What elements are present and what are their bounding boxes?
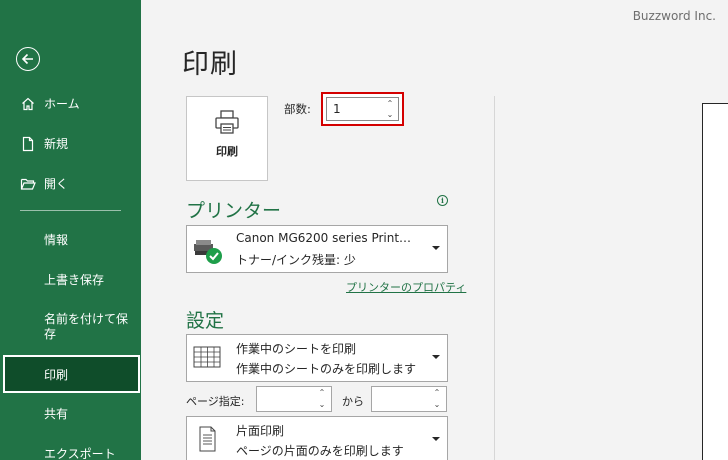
printer-name: Canon MG6200 series Print… — [236, 231, 412, 245]
settings-heading: 設定 — [186, 310, 225, 332]
printer-ready-icon — [192, 234, 224, 270]
sidebar-item-label: 名前を付けて保存 — [44, 312, 129, 341]
copies-highlight: ⌃ ⌄ — [321, 92, 404, 126]
printer-icon — [213, 108, 241, 140]
print-button[interactable]: 印刷 — [186, 96, 268, 181]
sheet-grid-icon — [192, 343, 222, 377]
spin-down-icon[interactable]: ⌄ — [316, 400, 328, 410]
sidebar-item-label: 開く — [44, 177, 69, 191]
backstage-sidebar: ホーム 新規 開く 情報 上書き保存 名前を付けて保存 印刷 共有 エクスポート — [0, 0, 141, 460]
spin-down-icon[interactable]: ⌄ — [431, 400, 443, 410]
print-scope-desc: 作業中のシートのみを印刷します — [236, 362, 417, 376]
sidebar-item-label: 情報 — [44, 233, 69, 247]
page-to-stepper[interactable]: ⌃ ⌄ — [371, 386, 447, 412]
pages-to-label: から — [342, 395, 364, 408]
back-arrow-icon[interactable] — [16, 47, 40, 71]
sidebar-divider — [20, 210, 121, 211]
printer-status: トナー/インク残量: 少 — [236, 253, 356, 267]
spin-up-icon[interactable]: ⌃ — [431, 388, 443, 398]
page-title: 印刷 — [182, 49, 238, 80]
spin-down-icon[interactable]: ⌄ — [384, 110, 396, 120]
home-icon — [20, 96, 36, 112]
spin-up-icon[interactable]: ⌃ — [316, 388, 328, 398]
print-scope-title: 作業中のシートを印刷 — [236, 342, 357, 356]
sidebar-item-label: 共有 — [44, 407, 69, 421]
sidebar-item-label: ホーム — [44, 97, 80, 111]
pages-label: ページ指定: — [186, 395, 245, 408]
new-document-icon — [20, 136, 36, 152]
page-from-stepper[interactable]: ⌃ ⌄ — [256, 386, 332, 412]
sidebar-item-label: 新規 — [44, 137, 69, 151]
one-sided-icon — [192, 425, 222, 459]
watermark: Buzzword Inc. — [632, 9, 716, 23]
sides-dropdown[interactable]: 片面印刷 ページの片面のみを印刷します — [186, 416, 448, 460]
sidebar-item-label: 印刷 — [44, 368, 69, 382]
chevron-down-icon — [432, 437, 440, 441]
printer-heading: プリンター — [186, 200, 282, 222]
info-icon[interactable]: i — [437, 195, 448, 206]
sidebar-item-label: エクスポート — [44, 447, 116, 460]
copies-input[interactable] — [333, 100, 383, 118]
printer-dropdown[interactable]: Canon MG6200 series Print… トナー/インク残量: 少 — [186, 225, 448, 273]
sides-title: 片面印刷 — [236, 424, 285, 438]
open-folder-icon — [20, 176, 36, 192]
sides-desc: ページの片面のみを印刷します — [236, 444, 404, 458]
chevron-down-icon — [432, 246, 440, 250]
copies-label: 部数: — [284, 102, 311, 116]
sidebar-item-label: 上書き保存 — [44, 273, 105, 287]
spin-up-icon[interactable]: ⌃ — [384, 99, 396, 109]
chevron-down-icon — [432, 355, 440, 359]
print-button-label: 印刷 — [216, 145, 238, 158]
printer-properties-link[interactable]: プリンターのプロパティ — [346, 279, 466, 295]
pane-divider — [494, 96, 495, 460]
print-scope-dropdown[interactable]: 作業中のシートを印刷 作業中のシートのみを印刷します — [186, 334, 448, 382]
print-preview-page — [702, 103, 728, 460]
copies-stepper[interactable]: ⌃ ⌄ — [326, 97, 399, 121]
sidebar-item-print[interactable]: 印刷 — [3, 355, 140, 393]
